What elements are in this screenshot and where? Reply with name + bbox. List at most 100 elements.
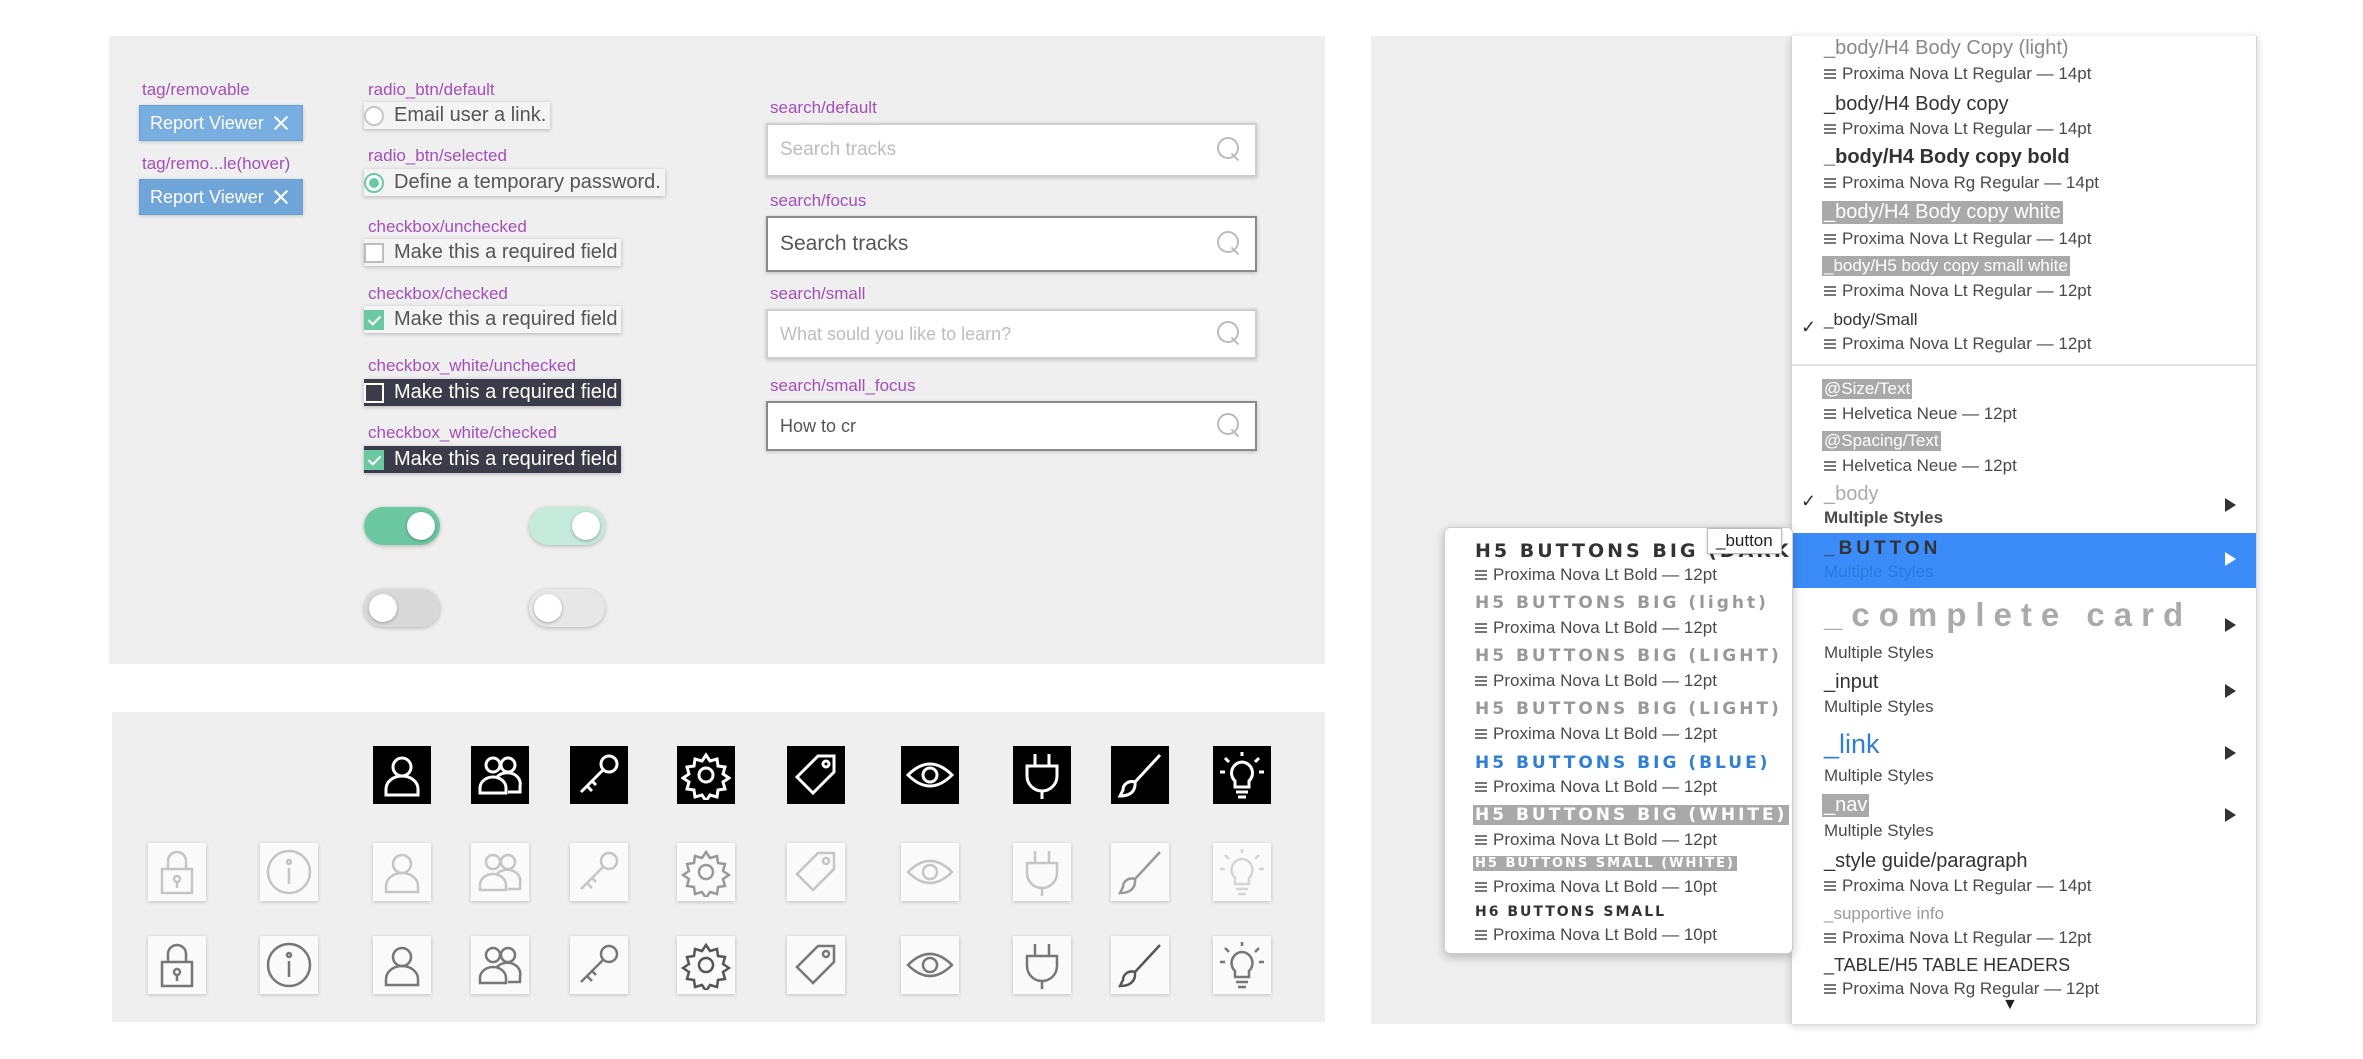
checkbox-square-checked[interactable] xyxy=(364,449,384,470)
key-icon xyxy=(570,746,628,804)
style-item-name[interactable]: _nav xyxy=(1822,794,1870,817)
lightbulb-icon xyxy=(1213,843,1271,901)
style-item-name[interactable]: _body/Small xyxy=(1824,310,1918,330)
user-icon xyxy=(373,936,431,994)
checkbox-unchecked[interactable]: Make this a required field xyxy=(364,239,622,266)
checkbox-square-checked[interactable] xyxy=(364,309,384,330)
style-item-name[interactable]: _body/H4 Body Copy (light) xyxy=(1824,37,2069,60)
submenu-item-name[interactable]: H5 BUTTONS SMALL (WHITE) xyxy=(1473,856,1737,871)
text-lines-icon xyxy=(1475,882,1487,892)
style-item-name[interactable]: _supportive info xyxy=(1824,904,1944,924)
toggle-off[interactable] xyxy=(364,589,440,627)
style-item-name[interactable]: _complete card xyxy=(1824,596,2192,634)
tag-removable-caption: tag/removable xyxy=(142,80,250,99)
text-lines-icon xyxy=(1824,234,1836,244)
close-icon[interactable] xyxy=(270,112,292,134)
search-icon[interactable] xyxy=(1217,231,1243,257)
style-item-name[interactable]: _link xyxy=(1824,729,1880,760)
toggle-off-disabled[interactable] xyxy=(529,589,605,627)
icons-panel xyxy=(112,712,1325,1022)
style-item-font: Proxima Nova Lt Regular — 14pt xyxy=(1824,229,2091,249)
toggle-on-disabled[interactable] xyxy=(529,507,605,545)
style-item-font: Proxima Nova Rg Regular — 12pt xyxy=(1824,979,2099,999)
style-item-name[interactable]: @Size/Text xyxy=(1822,379,1913,399)
radio-circle[interactable] xyxy=(364,105,384,126)
submenu-item-name[interactable]: H5 BUTTONS BIG (light) xyxy=(1475,593,1769,613)
search-placeholder: Search tracks xyxy=(780,139,897,160)
button-styles-submenu[interactable]: H5 BUTTONS BIG (DARK) Proxima Nova Lt Bo… xyxy=(1444,527,1793,954)
style-item-name[interactable]: _body/H4 Body copy bold xyxy=(1824,146,2070,169)
submenu-item-name[interactable]: H5 BUTTONS BIG (BLUE) xyxy=(1475,753,1770,773)
style-item-name[interactable]: _input xyxy=(1824,671,1879,694)
submenu-item-font: Proxima Nova Lt Bold — 12pt xyxy=(1475,724,1717,744)
search-focus-input[interactable]: Search tracks xyxy=(766,216,1257,272)
components-panel: tag/removable Report Viewer tag/remo...l… xyxy=(109,36,1325,664)
checkbox-white-checked[interactable]: Make this a required field xyxy=(364,446,622,473)
tag-icon xyxy=(787,936,845,994)
submenu-item-font: Proxima Nova Lt Bold — 12pt xyxy=(1475,618,1717,638)
style-item-name[interactable]: _body/H5 body copy small white xyxy=(1822,256,2070,276)
toggle-knob xyxy=(534,594,562,622)
brush-icon xyxy=(1111,746,1169,804)
radio-email-link[interactable]: Email user a link. xyxy=(364,102,551,129)
close-icon[interactable] xyxy=(270,186,292,208)
submenu-arrow-icon[interactable] xyxy=(2225,552,2236,566)
style-item-font: Proxima Nova Lt Regular — 14pt xyxy=(1824,876,2091,896)
search-icon[interactable] xyxy=(1217,413,1243,439)
submenu-arrow-icon[interactable] xyxy=(2225,684,2236,698)
style-item-name[interactable]: _BUTTON xyxy=(1824,538,1941,560)
search-icon[interactable] xyxy=(1217,137,1243,163)
submenu-item-name[interactable]: H5 BUTTONS BIG (LIGHT) xyxy=(1475,699,1782,719)
search-small-focus-input[interactable]: How to cr xyxy=(766,401,1257,451)
gear-icon xyxy=(677,843,735,901)
submenu-item-name[interactable]: H5 BUTTONS BIG (LIGHT) xyxy=(1475,646,1782,666)
radio-temp-password[interactable]: Define a temporary password. xyxy=(364,169,665,196)
tag-removable[interactable]: Report Viewer xyxy=(139,105,303,141)
submenu-item-font: Proxima Nova Lt Bold — 10pt xyxy=(1475,925,1717,945)
lightbulb-icon xyxy=(1213,746,1271,804)
text-style-list[interactable]: _body/H4 Body Copy (light) Proxima Nova … xyxy=(1791,36,2257,1024)
submenu-arrow-icon[interactable] xyxy=(2225,746,2236,760)
tag-hover-caption: tag/remo...le(hover) xyxy=(142,154,291,173)
scroll-down-icon[interactable]: ▼ xyxy=(2002,996,2018,1014)
plug-icon xyxy=(1013,746,1071,804)
search-placeholder: Search tracks xyxy=(780,232,909,255)
gear-icon xyxy=(677,936,735,994)
checkbox-square[interactable] xyxy=(364,382,384,403)
search-default-caption: search/default xyxy=(770,98,877,117)
submenu-item-font: Proxima Nova Lt Bold — 12pt xyxy=(1475,777,1717,797)
style-item-font: Proxima Nova Lt Regular — 14pt xyxy=(1824,119,2091,139)
checkbox-checked[interactable]: Make this a required field xyxy=(364,306,622,333)
text-lines-icon xyxy=(1824,286,1836,296)
style-item-name[interactable]: _body/H4 Body copy white xyxy=(1822,201,2063,224)
toggle-on[interactable] xyxy=(364,507,440,545)
eye-icon xyxy=(901,936,959,994)
submenu-item-font: Proxima Nova Lt Bold — 12pt xyxy=(1475,565,1717,585)
style-item-name[interactable]: _TABLE/H5 TABLE HEADERS xyxy=(1824,955,2070,976)
search-default-input[interactable]: Search tracks xyxy=(766,123,1257,177)
style-item-font: Proxima Nova Lt Regular — 12pt xyxy=(1824,334,2091,354)
submenu-arrow-icon[interactable] xyxy=(2225,498,2236,512)
checkbox-square[interactable] xyxy=(364,242,384,263)
style-item-name[interactable]: _body xyxy=(1824,483,1879,506)
search-small-input[interactable]: What sould you like to learn? xyxy=(766,309,1257,359)
submenu-arrow-icon[interactable] xyxy=(2225,618,2236,632)
style-item-name[interactable]: _style guide/paragraph xyxy=(1824,850,2027,873)
gear-icon xyxy=(677,746,735,804)
submenu-item-name[interactable]: H6 BUTTONS SMALL xyxy=(1475,904,1666,920)
submenu-item-name[interactable]: H5 BUTTONS BIG (WHITE) xyxy=(1473,805,1790,825)
tag-icon xyxy=(787,843,845,901)
text-lines-icon xyxy=(1475,782,1487,792)
checkbox-white-unchecked[interactable]: Make this a required field xyxy=(364,379,622,406)
submenu-arrow-icon[interactable] xyxy=(2225,808,2236,822)
toggle-knob xyxy=(407,512,435,540)
radio-circle-selected[interactable] xyxy=(364,172,384,193)
tag-removable-hover[interactable]: Report Viewer xyxy=(139,179,303,215)
text-lines-icon xyxy=(1824,409,1836,419)
style-item-name[interactable]: @Spacing/Text xyxy=(1822,431,1941,451)
radio-default-caption: radio_btn/default xyxy=(368,80,495,99)
checkbox-label: Make this a required field xyxy=(394,308,618,330)
style-item-name[interactable]: _body/H4 Body copy xyxy=(1824,93,2009,116)
search-icon[interactable] xyxy=(1217,321,1243,347)
submenu-item-font: Proxima Nova Lt Bold — 10pt xyxy=(1475,877,1717,897)
